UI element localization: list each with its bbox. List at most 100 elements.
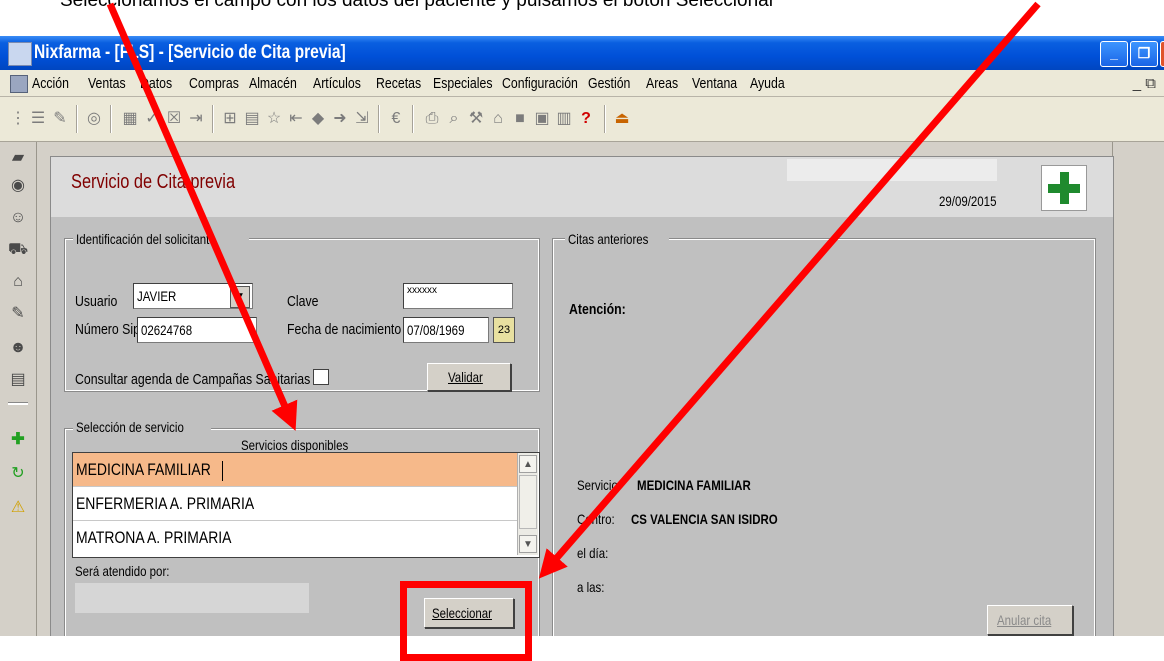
menu-compras[interactable]: Compras <box>189 75 250 92</box>
document-caption-text: Seleccionamos el campo con los datos del… <box>60 0 776 11</box>
scroll-down-icon[interactable]: ▼ <box>519 535 537 553</box>
app-icon <box>8 42 32 66</box>
print-icon[interactable]: ⎙ <box>424 111 440 127</box>
export-icon[interactable]: ⇥ <box>188 111 204 127</box>
restore-icon[interactable]: ❐ <box>1130 41 1158 67</box>
forward-arrow-icon[interactable]: ➜ <box>332 111 348 127</box>
menu-ventas[interactable]: Ventas <box>88 75 134 92</box>
last-icon[interactable]: ⇲ <box>354 111 370 127</box>
seleccion-legend: Selección de servicio <box>73 419 211 435</box>
menu-almacen[interactable]: Almacén <box>249 75 307 92</box>
validar-button[interactable]: Validar <box>427 363 511 391</box>
citas-group <box>552 238 1096 636</box>
clipboard-icon[interactable]: ▣ <box>534 111 550 127</box>
grip-icon: ⋮ <box>10 110 26 127</box>
centro-value: CS VALENCIA SAN ISIDRO <box>631 511 778 527</box>
disc-icon[interactable]: ◉ <box>8 176 28 196</box>
check-doc-icon[interactable]: ✓ <box>144 111 160 127</box>
form-header: Servicio de Cita previa 29/09/2015 <box>51 157 1113 217</box>
close-doc-icon[interactable]: ☒ <box>166 111 182 127</box>
calendar-icon[interactable]: 23 <box>493 317 515 343</box>
atendido-field <box>75 583 309 613</box>
anular-cita-button[interactable]: Anular cita <box>987 605 1073 635</box>
warning-icon[interactable]: ⚠ <box>8 498 28 518</box>
grid-icon[interactable]: ▦ <box>122 111 138 127</box>
chevron-down-icon[interactable]: ▼ <box>230 286 250 308</box>
pharmacy-cross-logo <box>1041 165 1087 211</box>
servicio-label: Servicio: <box>577 477 622 493</box>
title-bar: Nixfarma - [FLS] - [Servicio de Cita pre… <box>0 36 1164 70</box>
help-icon[interactable]: ? <box>578 111 594 127</box>
hora-label: a las: <box>577 579 605 595</box>
identificacion-legend: Identificación del solicitante <box>73 231 250 247</box>
form-title: Servicio de Cita previa <box>71 171 236 193</box>
menu-ayuda[interactable]: Ayuda <box>750 75 792 92</box>
consultar-checkbox[interactable] <box>313 369 329 385</box>
edit-icon[interactable]: ✎ <box>52 111 68 127</box>
refresh-icon[interactable]: ↻ <box>8 464 28 484</box>
calculator-icon[interactable]: ▥ <box>556 111 572 127</box>
header-field <box>787 159 997 181</box>
highlight-rectangle <box>400 581 532 661</box>
star-icon[interactable]: ☆ <box>266 111 282 127</box>
menu-areas[interactable]: Areas <box>646 75 685 92</box>
table-icon[interactable]: ⊞ <box>222 111 238 127</box>
usuario-label: Usuario <box>75 293 118 310</box>
menu-datos[interactable]: Datos <box>140 75 179 92</box>
back-arrow-icon[interactable]: ◆ <box>310 111 326 127</box>
stop-icon[interactable]: ◎ <box>86 111 102 127</box>
clave-field[interactable]: xxxxxx <box>403 283 513 309</box>
list-icon[interactable]: ☰ <box>30 111 46 127</box>
menu-gestion[interactable]: Gestión <box>588 75 640 92</box>
mdi-controls[interactable]: _ ⧉ <box>1133 75 1156 92</box>
toolbar: ⋮ ☰ ✎ ◎ ▦ ✓ ☒ ⇥ ⊞ ▤ ☆ ⇤ ◆ ➜ ⇲ € ⎙ ⌕ ⚒ ⌂ … <box>0 97 1164 142</box>
list-item[interactable]: ENFERMERIA A. PRIMARIA <box>73 487 517 521</box>
servicio-value: MEDICINA FAMILIAR <box>637 477 751 493</box>
block-icon[interactable]: ■ <box>512 111 528 127</box>
register-icon[interactable]: ▤ <box>244 111 260 127</box>
tools-icon[interactable]: ⚒ <box>468 111 484 127</box>
atendido-label: Será atendido por: <box>75 563 170 579</box>
menu-accion[interactable]: Acción <box>32 75 77 92</box>
cita-previa-form: Servicio de Cita previa 29/09/2015 Ident… <box>50 156 1114 636</box>
centro-label: Centro: <box>577 511 615 527</box>
report-icon[interactable]: ▤ <box>8 370 28 390</box>
search-icon[interactable]: ⌕ <box>446 111 462 127</box>
text-cursor <box>222 460 224 481</box>
exit-icon[interactable]: ⇤ <box>288 111 304 127</box>
close-icon[interactable]: × <box>1160 41 1164 67</box>
window-title: Nixfarma - [FLS] - [Servicio de Cita pre… <box>34 42 346 63</box>
atencion-label: Atención: <box>569 301 626 318</box>
form-date: 29/09/2015 <box>939 193 997 209</box>
dia-label: el día: <box>577 545 609 561</box>
menu-especiales[interactable]: Especiales <box>433 75 506 92</box>
lock-icon[interactable]: ⌂ <box>490 111 506 127</box>
cart-icon[interactable]: ⛟ <box>8 240 28 260</box>
list-scrollbar[interactable]: ▲ ▼ <box>517 453 538 555</box>
factory-icon[interactable]: ⌂ <box>8 272 28 292</box>
scroll-thumb[interactable] <box>519 475 537 529</box>
citas-legend: Citas anteriores <box>565 231 670 247</box>
list-item[interactable]: MEDICINA FAMILIAR <box>73 453 517 487</box>
scroll-up-icon[interactable]: ▲ <box>519 455 537 473</box>
menu-recetas[interactable]: Recetas <box>376 75 431 92</box>
servicios-header: Servicios disponibles <box>241 437 349 453</box>
document-icon[interactable] <box>10 75 28 93</box>
upload-icon[interactable]: ⏏ <box>614 111 630 127</box>
plus-icon[interactable]: ✚ <box>8 430 28 450</box>
sip-field[interactable]: 02624768 <box>137 317 257 343</box>
user-icon[interactable]: ☺ <box>8 208 28 228</box>
list-item[interactable]: MATRONA A. PRIMARIA <box>73 521 517 555</box>
menu-configuracion[interactable]: Configuración <box>502 75 595 92</box>
nacimiento-field[interactable]: 07/08/1969 <box>403 317 489 343</box>
servicios-list[interactable]: MEDICINA FAMILIAR ENFERMERIA A. PRIMARIA… <box>72 452 540 558</box>
pen-icon[interactable]: ✎ <box>8 304 28 324</box>
box-icon[interactable]: ▰ <box>8 148 28 168</box>
menu-ventana[interactable]: Ventana <box>692 75 747 92</box>
left-toolbar: ▰ ◉ ☺ ⛟ ⌂ ✎ ☻ ▤ ✚ ↻ ⚠ <box>0 142 37 636</box>
menu-articulos[interactable]: Artículos <box>313 75 371 92</box>
people-icon[interactable]: ☻ <box>8 338 28 358</box>
minimize-icon[interactable]: _ <box>1100 41 1128 67</box>
euro-icon[interactable]: € <box>388 111 404 127</box>
usuario-select[interactable]: JAVIER ▼ <box>133 283 253 309</box>
